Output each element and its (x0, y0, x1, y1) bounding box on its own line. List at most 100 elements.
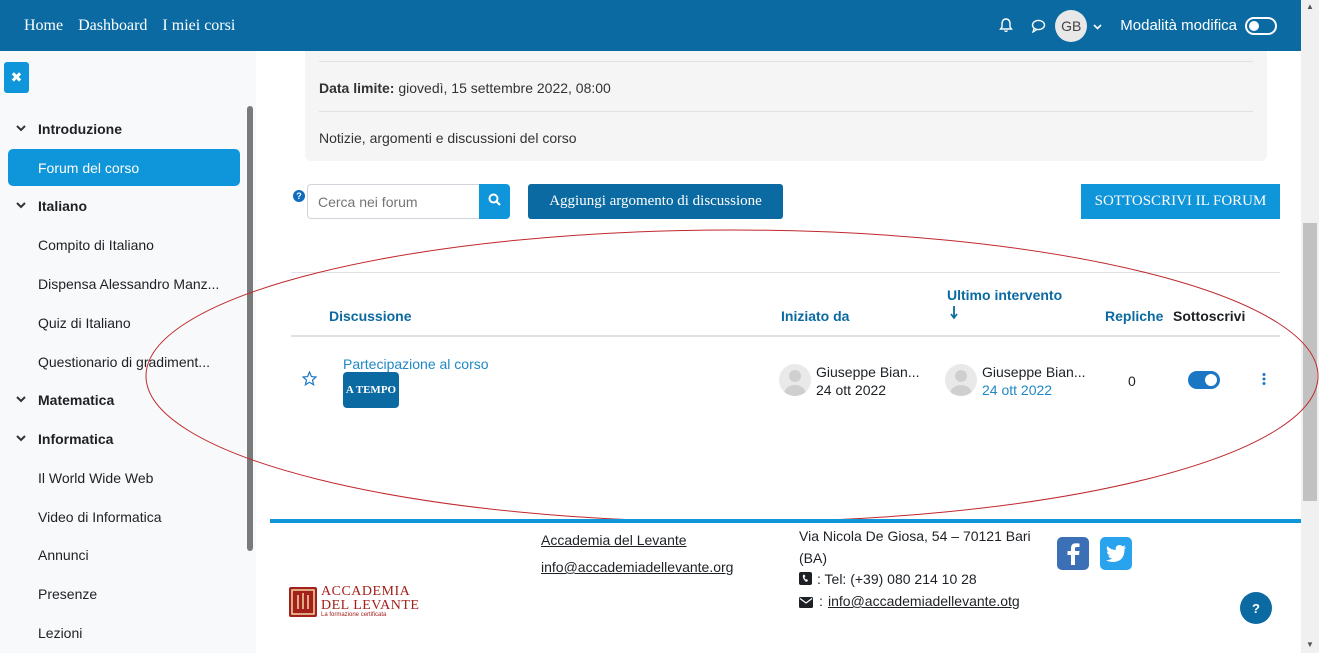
last-post-date-link[interactable]: 24 ott 2022 (982, 382, 1052, 398)
close-drawer-button[interactable]: ✖ (4, 62, 29, 93)
discussion-title-link[interactable]: Partecipazione al corso (343, 356, 489, 372)
drawer-item-quiz-italiano[interactable]: Quiz di Italiano (8, 304, 240, 341)
divider (319, 61, 1253, 62)
help-icon[interactable]: ? (293, 190, 305, 202)
add-discussion-button[interactable]: Aggiungi argomento di discussione (528, 184, 783, 219)
drawer-item-presenze[interactable]: Presenze (8, 575, 240, 612)
table-header-divider (291, 335, 1280, 337)
avatar (779, 364, 811, 396)
drawer-item-video-informatica[interactable]: Video di Informatica (8, 498, 240, 535)
footer-divider (270, 519, 1301, 523)
timed-badge: A TEMPO (343, 372, 399, 408)
close-icon: ✖ (10, 69, 23, 85)
avatar (945, 364, 977, 396)
more-options-icon[interactable] (1262, 372, 1266, 391)
drawer-section-introduzione[interactable]: Introduzione (8, 110, 240, 147)
footer-email-link[interactable]: info@accademiadellevante.org (541, 559, 733, 575)
col-header-replies[interactable]: Repliche (1105, 308, 1163, 324)
drawer-item-label: Lezioni (38, 624, 83, 641)
drawer-item-lezioni[interactable]: Lezioni (8, 614, 240, 651)
drawer-item-questionario[interactable]: Questionario di gradiment... (8, 343, 240, 380)
drawer-item-label: Il World Wide Web (38, 469, 154, 486)
chevron-down-icon[interactable] (16, 396, 30, 403)
footer-address-city: (BA) (799, 550, 827, 566)
subscribe-toggle[interactable] (1188, 371, 1220, 389)
col-header-last-post[interactable]: Ultimo intervento (947, 287, 1062, 303)
drawer-item-label: Questionario di gradiment... (38, 353, 210, 370)
chevron-down-icon[interactable] (16, 125, 30, 132)
drawer-item-annunci[interactable]: Annunci (8, 536, 240, 573)
chevron-down-icon[interactable] (16, 202, 30, 209)
window-scrollbar[interactable]: ▲ ▼ (1301, 0, 1319, 653)
drawer-item-label: Annunci (38, 546, 89, 563)
scroll-up-arrow-icon[interactable]: ▲ (1305, 2, 1315, 11)
drawer-section-informatica[interactable]: Informatica (8, 420, 240, 457)
starter-date: 24 ott 2022 (816, 382, 887, 398)
drawer-item-world-wide-web[interactable]: Il World Wide Web (8, 459, 240, 496)
edit-mode-label: Modalità modifica (1120, 17, 1237, 34)
replies-count: 0 (1128, 373, 1136, 389)
drawer-item-label: Informatica (38, 430, 114, 447)
help-button[interactable]: ? (1240, 592, 1272, 624)
drawer-item-label: Introduzione (38, 120, 122, 137)
drawer-item-label: Forum del corso (38, 159, 140, 176)
drawer-item-label: Video di Informatica (38, 508, 162, 525)
forum-info-card: Data limite: giovedì, 15 settembre 2022,… (305, 51, 1267, 161)
search-button[interactable] (479, 184, 510, 219)
footer-email-prefix: : (819, 593, 823, 609)
chevron-down-icon[interactable] (16, 435, 30, 442)
phone-icon (799, 572, 812, 590)
scrollbar-thumb[interactable] (1303, 223, 1317, 501)
envelope-icon (799, 595, 813, 613)
drawer-scrollbar[interactable] (247, 106, 253, 551)
academy-logo-text: ACCADEMIA DEL LEVANTE (321, 584, 420, 613)
drawer-item-compito-italiano[interactable]: Compito di Italiano (8, 226, 240, 263)
drawer-section-italiano[interactable]: Italiano (8, 187, 240, 224)
chat-icon[interactable] (1029, 17, 1047, 35)
forum-search-input[interactable] (307, 184, 480, 219)
col-header-subscribe: Sottoscrivi (1173, 308, 1246, 324)
due-date-value: giovedì, 15 settembre 2022, 08:00 (398, 80, 611, 96)
academy-logo-icon (289, 587, 317, 617)
search-icon (488, 193, 501, 211)
user-avatar[interactable]: GB (1055, 9, 1088, 42)
divider (319, 111, 1253, 112)
nav-right-group: GB Modalità modifica (987, 0, 1277, 51)
twitter-icon[interactable] (1100, 537, 1132, 570)
facebook-icon[interactable] (1057, 537, 1089, 570)
nav-home-link[interactable]: Home (24, 17, 63, 35)
academy-logo-tagline: La formazione certificata (321, 612, 387, 618)
sort-descending-icon (950, 306, 958, 324)
nav-dashboard-link[interactable]: Dashboard (78, 17, 147, 35)
last-post-author[interactable]: Giuseppe Bian... (982, 364, 1086, 380)
footer-phone: : Tel: (+39) 080 214 10 28 (817, 571, 977, 587)
course-index-drawer: ✖ Introduzione Forum del corso Italiano … (0, 51, 256, 653)
drawer-item-dispensa[interactable]: Dispensa Alessandro Manz... (8, 265, 240, 302)
drawer-item-label: Compito di Italiano (38, 236, 154, 253)
chevron-down-icon[interactable] (1093, 17, 1102, 35)
edit-mode-toggle[interactable] (1245, 16, 1277, 35)
bell-icon[interactable] (997, 17, 1015, 35)
footer-email2-link[interactable]: info@accademiadellevante.otg (828, 593, 1020, 609)
drawer-section-matematica[interactable]: Matematica (8, 381, 240, 418)
col-header-started-by[interactable]: Iniziato da (781, 308, 849, 324)
top-navbar: Home Dashboard I miei corsi GB Modalità … (0, 0, 1301, 51)
nav-my-courses-link[interactable]: I miei corsi (162, 17, 235, 35)
table-top-divider (291, 272, 1280, 273)
footer-address: Via Nicola De Giosa, 54 – 70121 Bari (799, 528, 1031, 544)
subscribe-forum-button[interactable]: SOTTOSCRIVI IL FORUM (1081, 184, 1280, 219)
scroll-down-arrow-icon[interactable]: ▼ (1305, 640, 1315, 649)
drawer-item-label: Dispensa Alessandro Manz... (38, 275, 220, 292)
drawer-item-label: Quiz di Italiano (38, 314, 131, 331)
drawer-item-forum-del-corso[interactable]: Forum del corso (8, 149, 240, 186)
drawer-item-label: Presenze (38, 585, 98, 602)
due-date-text: Data limite: giovedì, 15 settembre 2022,… (319, 80, 611, 96)
drawer-item-label: Matematica (38, 391, 115, 408)
drawer-item-label: Italiano (38, 197, 88, 214)
star-icon[interactable] (301, 370, 318, 391)
forum-description: Notizie, argomenti e discussioni del cor… (319, 130, 577, 146)
due-date-label: Data limite: (319, 80, 395, 96)
footer-org-link[interactable]: Accademia del Levante (541, 532, 687, 548)
col-header-discussion[interactable]: Discussione (329, 308, 411, 324)
starter-name[interactable]: Giuseppe Bian... (816, 364, 920, 380)
